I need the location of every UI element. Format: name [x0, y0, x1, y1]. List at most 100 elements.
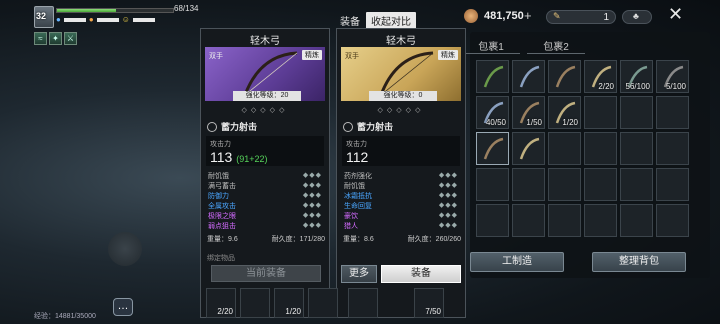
- bag-slot[interactable]: 1/50: [512, 96, 545, 129]
- close-icon[interactable]: ✕: [668, 4, 683, 25]
- item-icon: [477, 61, 508, 92]
- thirst-bar: [63, 17, 86, 22]
- hotbar-slot[interactable]: 7/50: [414, 288, 444, 318]
- bag-money-button[interactable]: ♣: [622, 10, 652, 24]
- attribute-name: 猎人: [344, 223, 358, 230]
- equip-label: 装备: [340, 16, 360, 28]
- health-bar: [56, 8, 174, 13]
- bag-slot[interactable]: 5/100: [656, 60, 689, 93]
- bag-slot[interactable]: [620, 204, 653, 237]
- attribute-name: 极限之眼: [208, 213, 236, 220]
- skill-name: 蓄力射击: [357, 122, 394, 132]
- attribute-dots: ◆◆◆: [438, 172, 458, 179]
- hotbar-slot[interactable]: [308, 288, 338, 318]
- hand-tag: 双手: [345, 53, 359, 60]
- bag-slot[interactable]: [620, 132, 653, 165]
- bag-slot[interactable]: [656, 168, 689, 201]
- skill-icon: [207, 121, 217, 132]
- attack-label: 攻击力: [346, 141, 367, 148]
- bag-slot[interactable]: [656, 96, 689, 129]
- bag-slot[interactable]: 40/50: [476, 96, 509, 129]
- buff-icon[interactable]: ⚔: [64, 32, 77, 45]
- smile-icon: ☺: [121, 15, 130, 24]
- attribute-name: 满弓蓄击: [208, 183, 236, 190]
- buff-icon[interactable]: ≈: [34, 32, 47, 45]
- bag-slot[interactable]: [620, 168, 653, 201]
- bag-slot[interactable]: [548, 204, 581, 237]
- attribute-row: 极限之眼 ◆◆◆: [206, 211, 324, 220]
- attack-number: 113: [210, 149, 233, 165]
- attribute-dots: ◆◆◆: [302, 222, 322, 229]
- attribute-dots: ◆◆◆: [302, 212, 322, 219]
- enhance-level: 强化等级：0: [369, 91, 437, 101]
- bag-slot[interactable]: [584, 96, 617, 129]
- bind-label: 绑定物品: [207, 255, 235, 262]
- sort-bag-button[interactable]: 整理背包: [592, 252, 686, 272]
- add-coins-button[interactable]: +: [524, 8, 532, 23]
- item-icon: [477, 133, 508, 164]
- hotbar-slot[interactable]: [348, 288, 378, 318]
- bag-slot[interactable]: [584, 204, 617, 237]
- slot-count: 40/50: [485, 118, 506, 127]
- attack-value: 113 (91+22): [210, 149, 268, 165]
- chat-button[interactable]: …: [113, 298, 133, 316]
- bag-slot[interactable]: [584, 132, 617, 165]
- hotbar-slot[interactable]: 1/20: [274, 288, 304, 318]
- slot-count: 1/50: [526, 118, 542, 127]
- bag-slot[interactable]: [656, 204, 689, 237]
- attribute-dots: ◆◆◆: [438, 182, 458, 189]
- water-drop-icon: ●: [56, 15, 61, 24]
- bag-slot[interactable]: [476, 168, 509, 201]
- bag-slot[interactable]: [512, 60, 545, 93]
- food-icon: ●: [88, 15, 94, 24]
- weight: 重量：8.6: [343, 236, 374, 243]
- bag-slot[interactable]: [512, 204, 545, 237]
- bag-slot[interactable]: [476, 204, 509, 237]
- bag-slot[interactable]: 56/100: [620, 60, 653, 93]
- bag-slot[interactable]: [476, 132, 509, 165]
- bag-slot[interactable]: 2/20: [584, 60, 617, 93]
- hotbar-slot[interactable]: [240, 288, 270, 318]
- item-title: 轻木弓: [386, 36, 416, 47]
- buff-icon[interactable]: ✦: [49, 32, 62, 45]
- scroll-counter: ✎ 1: [546, 10, 616, 24]
- slot-count: 1/20: [562, 118, 578, 127]
- more-button[interactable]: 更多: [341, 265, 377, 283]
- coin-amount: 481,750: [484, 10, 524, 22]
- hotbar-slot[interactable]: 2/20: [206, 288, 236, 318]
- movement-joystick[interactable]: [108, 232, 142, 266]
- attribute-dots: ◆◆◆: [438, 222, 458, 229]
- tab-bag-2[interactable]: 包裹2: [527, 38, 585, 54]
- bag-slot[interactable]: [620, 96, 653, 129]
- collapse-compare-button[interactable]: 收起对比: [366, 11, 416, 29]
- tab-bag-1[interactable]: 包裹1: [462, 38, 520, 54]
- skill-row: 蓄力射击: [207, 120, 257, 133]
- current-equipped-button: 当前装备: [211, 265, 321, 282]
- bag-slot[interactable]: [584, 168, 617, 201]
- current-item-card: 轻木弓 双手 精炼 强化等级：20 ◇◇◇◇◇ 蓄力射击 攻击力 113 (91…: [200, 28, 330, 318]
- bag-slot[interactable]: [512, 132, 545, 165]
- bag-slot[interactable]: [476, 60, 509, 93]
- attribute-dots: ◆◆◆: [438, 202, 458, 209]
- attribute-row: 耐饥饿 ◆◆◆: [342, 181, 460, 190]
- enhance-level: 强化等级：20: [233, 91, 301, 101]
- bag-slot[interactable]: 1/20: [548, 96, 581, 129]
- gem-slots: ◇◇◇◇◇: [241, 107, 289, 114]
- attribute-row: 耐饥饿 ◆◆◆: [206, 171, 324, 180]
- item-footer: 重量：9.6 耐久度：171/280: [207, 234, 325, 244]
- craft-button[interactable]: 工制造: [470, 252, 564, 272]
- attribute-name: 生命回复: [344, 203, 372, 210]
- bag-slot[interactable]: [548, 168, 581, 201]
- equip-button[interactable]: 装备: [381, 265, 461, 283]
- attribute-row: 弱点狙击 ◆◆◆: [206, 221, 324, 230]
- experience-label: 经验：14881/35000: [34, 313, 96, 320]
- attribute-row: 药剂强化 ◆◆◆: [342, 171, 460, 180]
- bag-slot[interactable]: [548, 60, 581, 93]
- attribute-name: 冰霜抵抗: [344, 193, 372, 200]
- compare-item-card: 轻木弓 双手 精炼 强化等级：0 ◇◇◇◇◇ 蓄力射击 攻击力 112 药剂强化…: [336, 28, 466, 318]
- player-level: 32: [36, 11, 47, 21]
- bag-slot[interactable]: [656, 132, 689, 165]
- attribute-row: 防御力 ◆◆◆: [206, 191, 324, 200]
- bag-slot[interactable]: [512, 168, 545, 201]
- bag-slot[interactable]: [548, 132, 581, 165]
